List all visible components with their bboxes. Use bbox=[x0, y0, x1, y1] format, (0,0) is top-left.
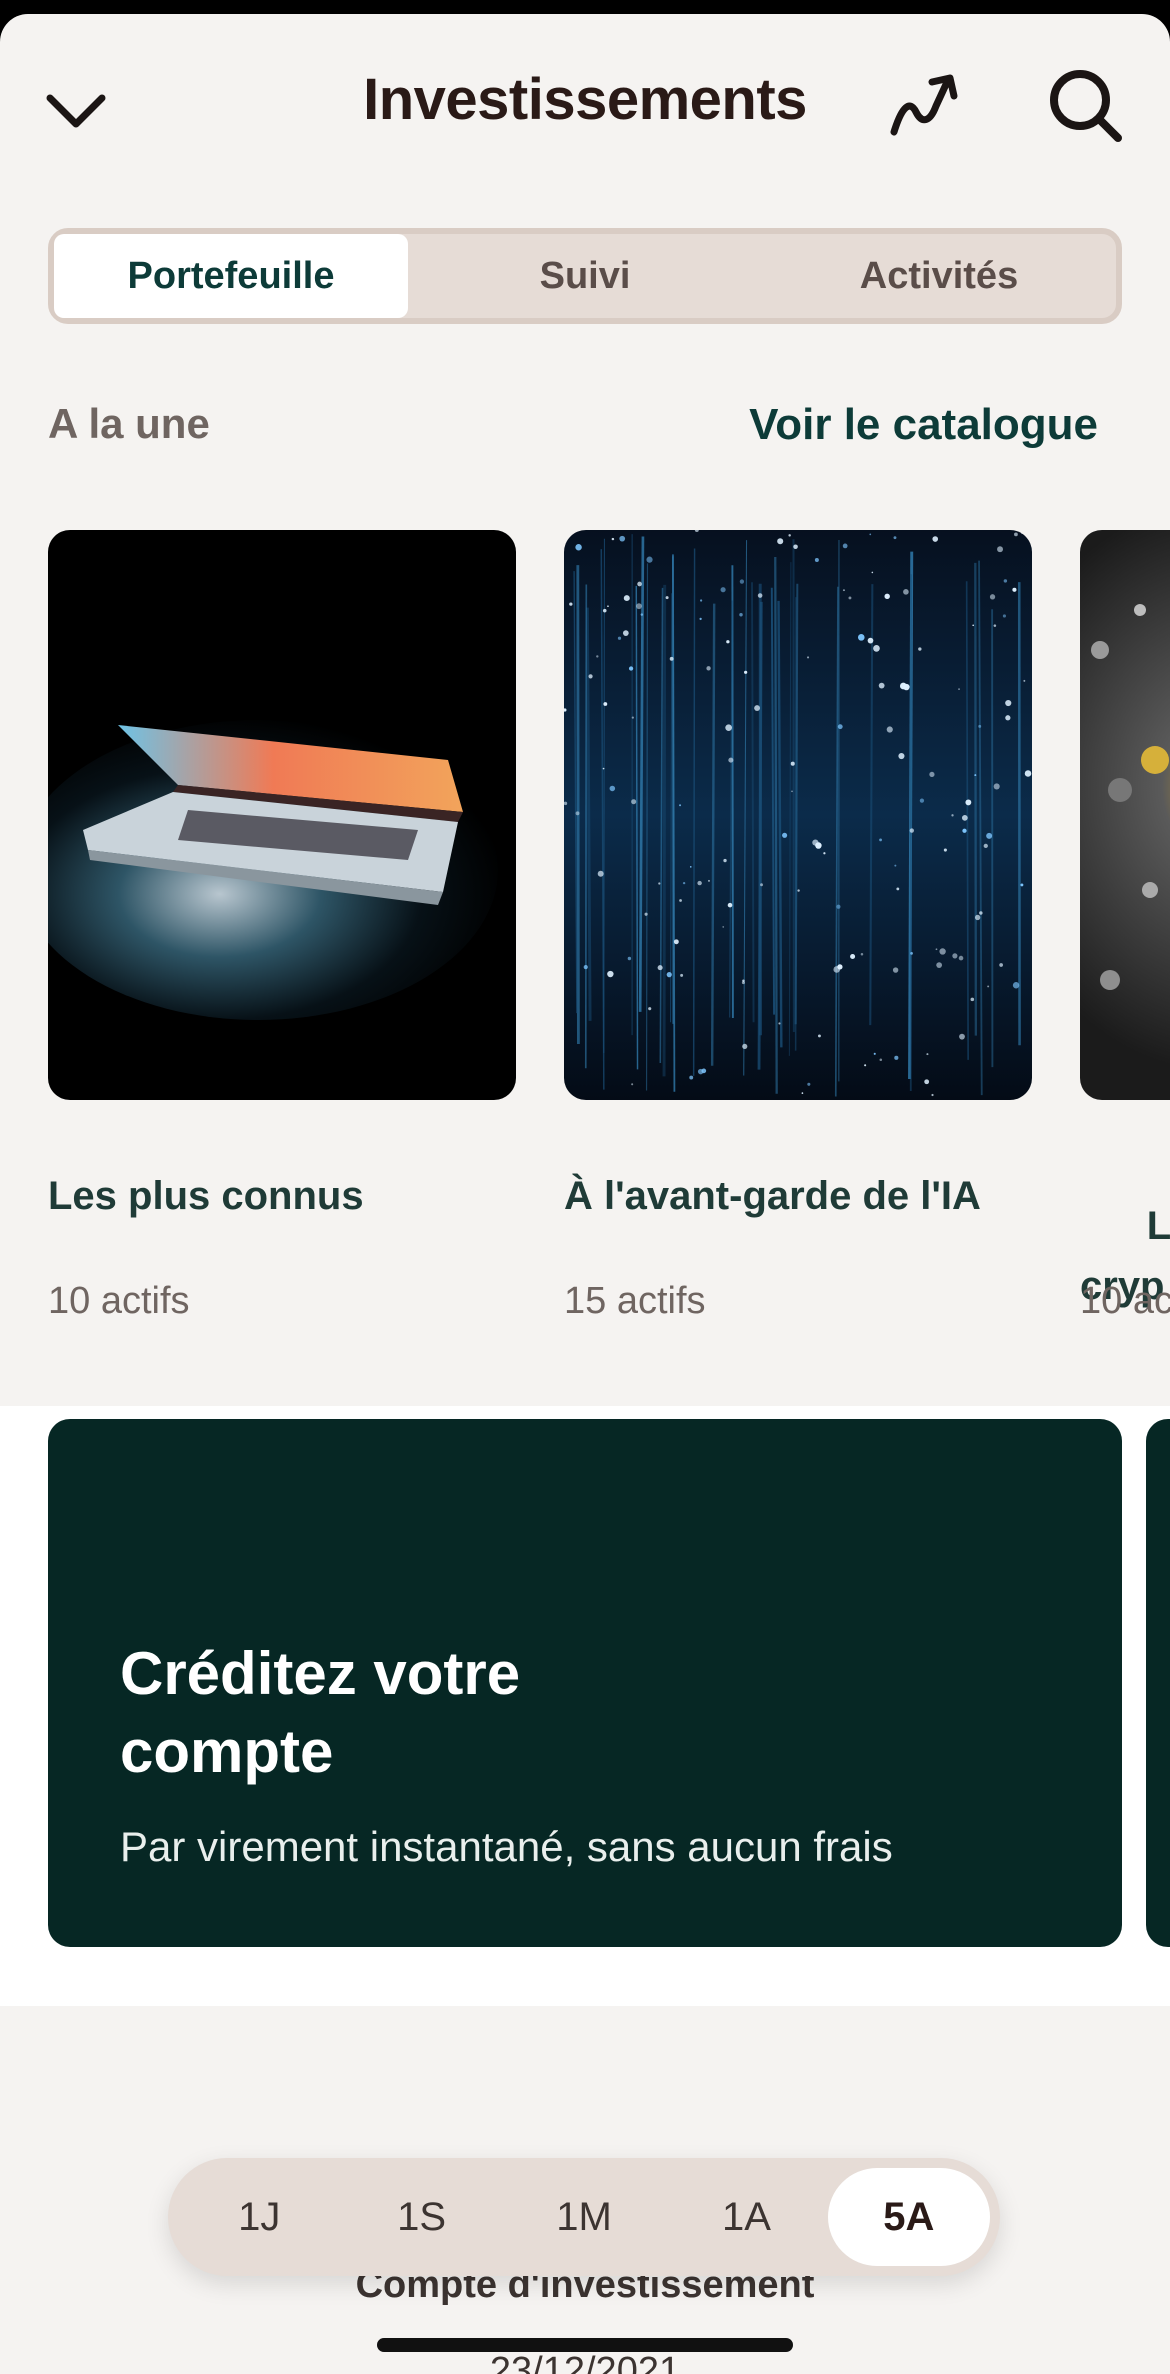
search-icon[interactable] bbox=[1046, 66, 1126, 146]
card-count: 15 actifs bbox=[564, 1280, 706, 1322]
range-1s[interactable]: 1S bbox=[340, 2168, 502, 2266]
card-title: Les 1 cryp bbox=[1080, 1136, 1170, 1376]
next-promo-card[interactable] bbox=[1146, 1419, 1170, 1947]
investments-screen: Investissements Portefeuille Suivi Activ… bbox=[0, 14, 1170, 2374]
tab-portefeuille[interactable]: Portefeuille bbox=[54, 234, 408, 318]
card-image-ai-lights bbox=[564, 530, 1032, 1100]
page-title: Investissements bbox=[363, 67, 807, 132]
collection-card[interactable]: Les 1 cryp 10 ac bbox=[1080, 530, 1170, 1322]
tab-suivi[interactable]: Suivi bbox=[408, 234, 762, 318]
credit-account-card[interactable]: Créditez votre compte Par virement insta… bbox=[48, 1419, 1122, 1947]
account-date: 23/12/2021 bbox=[489, 2350, 681, 2374]
section-label: A la une bbox=[48, 400, 210, 447]
card-count: 10 actifs bbox=[48, 1280, 190, 1322]
time-range-selector: 1J 1S 1M 1A 5A bbox=[168, 2158, 1000, 2276]
range-1m[interactable]: 1M bbox=[503, 2168, 665, 2266]
catalogue-link[interactable]: Voir le catalogue bbox=[749, 400, 1098, 450]
range-5a[interactable]: 5A bbox=[827, 2168, 991, 2266]
card-title: À l'avant-garde de l'IA bbox=[564, 1174, 981, 1218]
segmented-tabs: Portefeuille Suivi Activités bbox=[48, 228, 1122, 324]
range-1j[interactable]: 1J bbox=[178, 2168, 340, 2266]
card-count: 10 ac bbox=[1080, 1280, 1170, 1322]
card-image-crypto bbox=[1080, 530, 1170, 1100]
home-indicator bbox=[377, 2338, 793, 2352]
collection-card[interactable]: À l'avant-garde de l'IA 15 actifs bbox=[564, 530, 1032, 1322]
tab-activites[interactable]: Activités bbox=[762, 234, 1116, 318]
card-image-laptop bbox=[48, 530, 516, 1100]
range-1a[interactable]: 1A bbox=[665, 2168, 827, 2266]
promo-title: Créditez votre compte bbox=[120, 1640, 521, 1785]
promo-subtitle: Par virement instantané, sans aucun frai… bbox=[120, 1823, 893, 1870]
trend-arrow-icon[interactable] bbox=[884, 66, 966, 148]
collection-card[interactable]: Les plus connus 10 actifs bbox=[48, 530, 516, 1322]
card-title: Les plus connus bbox=[48, 1174, 364, 1218]
